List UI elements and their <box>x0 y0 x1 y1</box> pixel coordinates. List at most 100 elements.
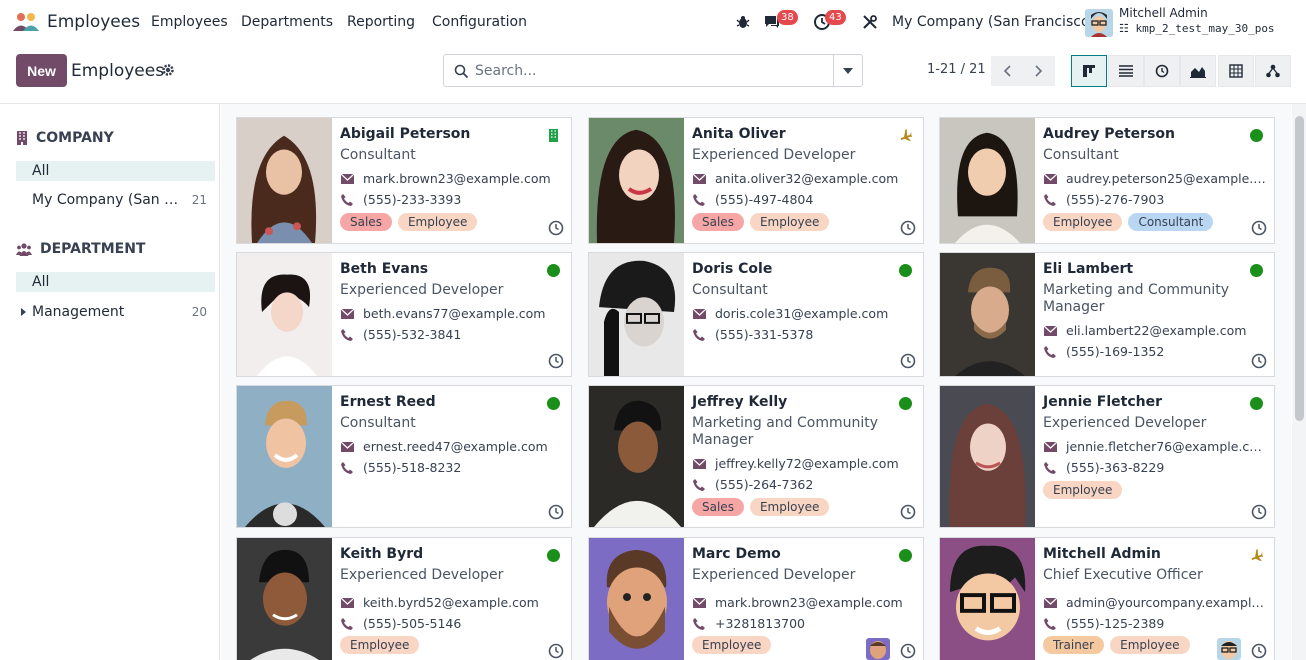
pager-previous-button[interactable] <box>991 56 1023 86</box>
view-list-button[interactable] <box>1108 55 1144 87</box>
view-kanban-button[interactable] <box>1071 55 1107 87</box>
users-icon <box>16 242 32 256</box>
database-name-text: kmp_2_test_may_30_pos <box>1135 22 1275 35</box>
employee-email[interactable]: jennie.fletcher76@example.com <box>1066 439 1266 454</box>
activity-clock-icon[interactable] <box>548 220 564 236</box>
activity-clock-icon[interactable] <box>548 504 564 520</box>
employee-phone[interactable]: (555)-331-5378 <box>715 327 813 342</box>
department-filter-header: DEPARTMENT <box>16 241 145 257</box>
employee-card[interactable]: Keith Byrd Experienced Developer keith.b… <box>236 537 572 660</box>
company-filter-all[interactable]: All <box>16 161 215 181</box>
view-graph-button[interactable] <box>1180 55 1216 87</box>
employee-phone[interactable]: (555)-497-4804 <box>715 192 813 207</box>
view-hierarchy-button[interactable] <box>1255 55 1291 87</box>
list-icon <box>1119 65 1133 77</box>
employee-phone[interactable]: +3281813700 <box>715 616 805 631</box>
employee-phone[interactable]: (555)-233-3393 <box>363 192 461 207</box>
activity-clock-icon[interactable] <box>900 220 916 236</box>
employee-email[interactable]: jeffrey.kelly72@example.com <box>715 456 899 471</box>
app-name[interactable]: Employees <box>47 12 140 32</box>
tools-icon[interactable] <box>859 11 881 33</box>
user-name[interactable]: Mitchell Admin <box>1119 6 1208 20</box>
search-options-toggle[interactable] <box>833 55 862 86</box>
activity-clock-icon[interactable] <box>900 643 916 659</box>
phone-icon <box>1043 345 1057 359</box>
tag-badge: Sales <box>692 213 744 231</box>
employee-email[interactable]: mark.brown23@example.com <box>715 595 903 610</box>
employee-phone[interactable]: (555)-125-2389 <box>1066 616 1164 631</box>
pager-value[interactable]: 1-21 / 21 <box>927 62 986 77</box>
tag-badge: Employee <box>340 636 420 654</box>
employee-card[interactable]: Audrey Peterson Consultant audrey.peters… <box>939 117 1275 244</box>
employee-email[interactable]: beth.evans77@example.com <box>363 306 545 321</box>
employee-email-row: audrey.peterson25@example.com <box>1043 171 1266 186</box>
employee-phone[interactable]: (555)-505-5146 <box>363 616 461 631</box>
employee-photo <box>940 253 1035 376</box>
activities-badge: 43 <box>825 10 846 25</box>
envelope-icon <box>340 596 354 610</box>
employee-email[interactable]: ernest.reed47@example.com <box>363 439 548 454</box>
menu-reporting[interactable]: Reporting <box>347 14 415 30</box>
user-avatar[interactable] <box>1085 9 1113 37</box>
menu-departments[interactable]: Departments <box>241 14 333 30</box>
activity-clock-icon[interactable] <box>1251 643 1267 659</box>
search-input[interactable] <box>475 61 855 81</box>
pager-next-button[interactable] <box>1023 56 1055 86</box>
activity-clock-icon[interactable] <box>1251 504 1267 520</box>
employee-phone-row: (555)-518-8232 <box>340 460 461 475</box>
gear-icon[interactable] <box>161 63 175 77</box>
employee-job: Consultant <box>340 415 416 431</box>
department-filter-management[interactable]: Management 20 <box>16 302 215 322</box>
employee-phone[interactable]: (555)-363-8229 <box>1066 460 1164 475</box>
menu-employees[interactable]: Employees <box>151 14 228 30</box>
filter-label: Management <box>32 304 125 320</box>
employee-phone[interactable]: (555)-518-8232 <box>363 460 461 475</box>
employee-card[interactable]: Doris Cole Consultant doris.cole31@examp… <box>588 252 924 377</box>
app-logo-icon[interactable] <box>12 12 40 32</box>
employee-card[interactable]: Anita Oliver Experienced Developer anita… <box>588 117 924 244</box>
employee-email[interactable]: keith.byrd52@example.com <box>363 595 539 610</box>
activity-clock-icon[interactable] <box>1251 353 1267 369</box>
employee-card[interactable]: Jeffrey Kelly Marketing and Community Ma… <box>588 385 924 528</box>
employee-email[interactable]: mark.brown23@example.com <box>363 171 551 186</box>
tag-badge: Employee <box>1043 213 1123 231</box>
employee-phone[interactable]: (555)-169-1352 <box>1066 344 1164 359</box>
employee-card[interactable]: Mitchell Admin Chief Executive Officer a… <box>939 537 1275 660</box>
employee-card[interactable]: Marc Demo Experienced Developer mark.bro… <box>588 537 924 660</box>
company-filter-my-company[interactable]: My Company (San Francisco) 21 <box>16 190 215 210</box>
employee-phone[interactable]: (555)-264-7362 <box>715 477 813 492</box>
employee-card[interactable]: Jennie Fletcher Experienced Developer je… <box>939 385 1275 528</box>
envelope-icon <box>1043 172 1057 186</box>
employee-email[interactable]: doris.cole31@example.com <box>715 306 888 321</box>
employee-phone[interactable]: (555)-532-3841 <box>363 327 461 342</box>
department-filter-all[interactable]: All <box>16 272 215 292</box>
view-activity-button[interactable] <box>1144 55 1180 87</box>
employee-phone[interactable]: (555)-276-7903 <box>1066 192 1164 207</box>
employee-email[interactable]: anita.oliver32@example.com <box>715 171 898 186</box>
caret-right-icon[interactable] <box>21 308 26 316</box>
kanban-scrollbar[interactable] <box>1292 104 1306 660</box>
manager-avatar[interactable] <box>866 638 890 660</box>
view-pivot-button[interactable] <box>1218 55 1254 87</box>
menu-configuration[interactable]: Configuration <box>432 14 527 30</box>
employee-card[interactable]: Ernest Reed Consultant ernest.reed47@exa… <box>236 385 572 528</box>
tag-badge: Employee <box>692 636 772 654</box>
bug-icon[interactable] <box>732 11 754 33</box>
company-switcher[interactable]: My Company (San Francisco) <box>892 14 1095 30</box>
tag-badge: Trainer <box>1043 636 1105 654</box>
new-button[interactable]: New <box>16 54 67 87</box>
activity-clock-icon[interactable] <box>900 353 916 369</box>
employee-email[interactable]: admin@yourcompany.example.com <box>1066 595 1266 610</box>
filter-count: 20 <box>191 305 207 319</box>
employee-email[interactable]: eli.lambert22@example.com <box>1066 323 1246 338</box>
activity-clock-icon[interactable] <box>548 353 564 369</box>
employee-card[interactable]: Beth Evans Experienced Developer beth.ev… <box>236 252 572 377</box>
activity-clock-icon[interactable] <box>1251 220 1267 236</box>
activity-clock-icon[interactable] <box>900 504 916 520</box>
activity-clock-icon[interactable] <box>548 643 564 659</box>
employee-card[interactable]: Eli Lambert Marketing and Community Mana… <box>939 252 1275 377</box>
employee-email[interactable]: audrey.peterson25@example.com <box>1066 171 1266 186</box>
employee-card[interactable]: Abigail Peterson Consultant mark.brown23… <box>236 117 572 244</box>
scrollbar-thumb[interactable] <box>1295 116 1304 421</box>
manager-avatar[interactable] <box>1217 638 1241 660</box>
